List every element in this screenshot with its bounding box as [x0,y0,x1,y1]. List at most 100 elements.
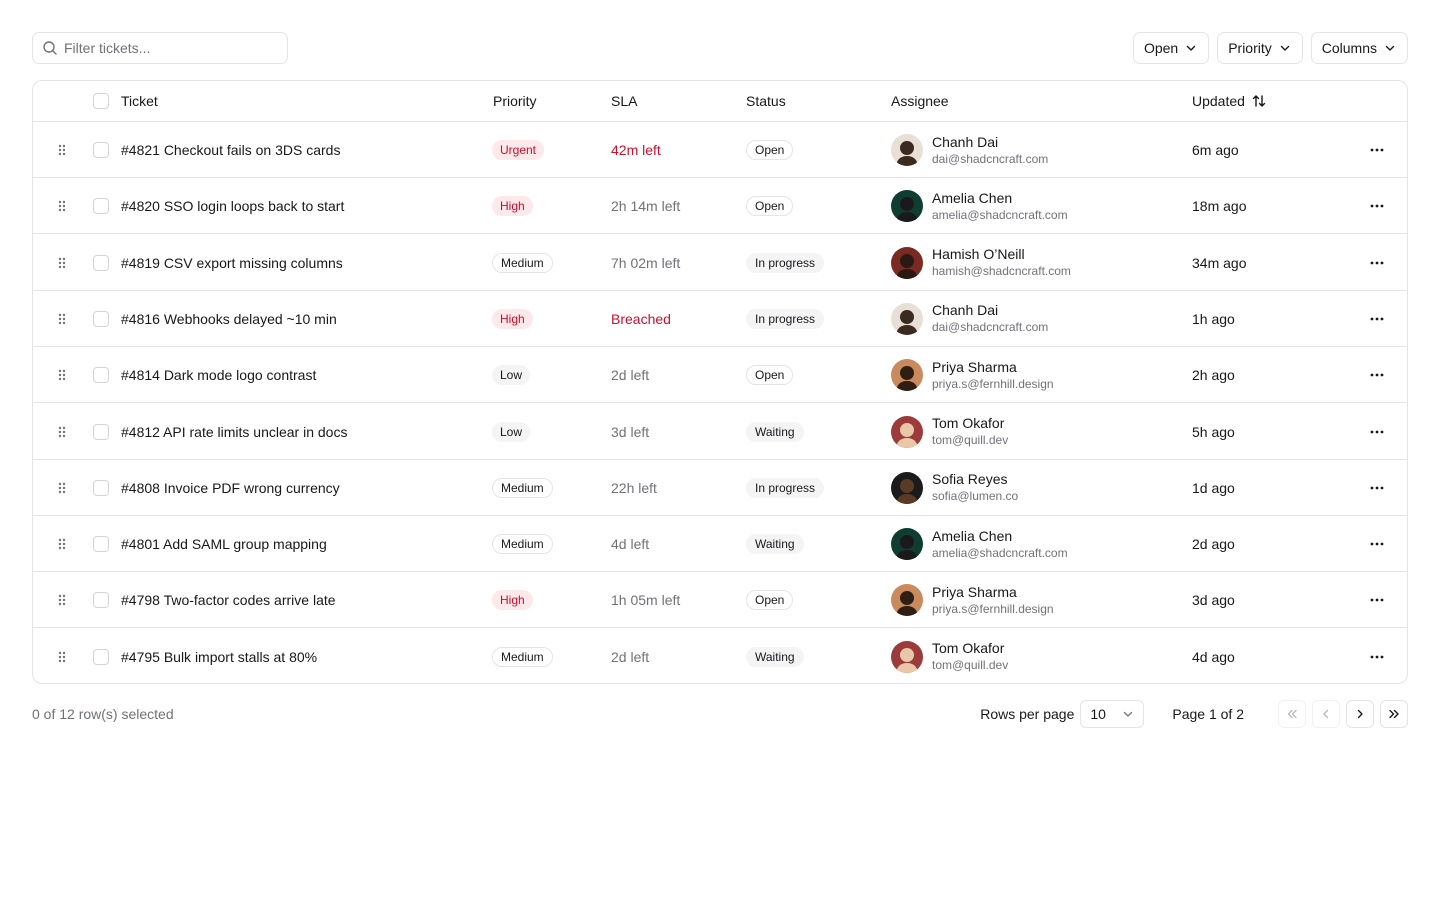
sla-value: 2h 14m left [611,198,681,215]
table-row[interactable]: #4795 Bulk import stalls at 80% Medium 2d … [33,629,1407,683]
page-info: Page 1 of 2 [1172,706,1244,722]
row-checkbox[interactable] [93,423,109,440]
row-checkbox[interactable] [93,198,109,215]
avatar [891,528,923,561]
drag-handle[interactable] [55,235,69,291]
row-checkbox[interactable] [93,310,109,327]
assignee-email: priya.s@fernhill.design [932,376,1054,391]
row-actions-button[interactable] [1369,572,1385,628]
ticket-title[interactable]: #4820 SSO login loops back to start [121,198,344,214]
select-all-checkbox[interactable] [93,93,109,109]
assignee-cell: Amelia Chen amelia@shadcncraft.com [891,178,1068,234]
priority-cell: High [492,178,533,234]
table-row[interactable]: #4819 CSV export missing columns Medium 7h… [33,235,1407,291]
sla-value: Breached [611,310,671,327]
assignee-info: Amelia Chen amelia@shadcncraft.com [932,527,1068,562]
row-checkbox[interactable] [93,536,109,553]
row-checkbox[interactable] [93,254,109,271]
filter-priority-button[interactable]: Priority [1217,32,1303,64]
columns-button[interactable]: Columns [1310,32,1408,64]
row-actions-button[interactable] [1369,122,1385,178]
search-box[interactable] [32,32,288,64]
next-page-button[interactable] [1346,700,1374,728]
chevron-down-icon [1186,45,1196,51]
ticket-title[interactable]: #4819 CSV export missing columns [121,255,343,271]
drag-handle[interactable] [55,460,69,516]
drag-handle[interactable] [55,122,69,178]
table-row[interactable]: #4820 SSO login loops back to start High 2… [33,178,1407,235]
assignee-cell: Tom Okafor tom@quill.dev [891,404,1008,460]
prev-page-icon [1323,709,1329,719]
row-checkbox[interactable] [93,648,109,665]
drag-handle[interactable] [55,629,69,683]
grip-icon [58,482,66,493]
header-sla[interactable]: SLA [611,81,637,121]
last-page-button[interactable] [1380,700,1408,728]
row-checkbox[interactable] [93,479,109,496]
row-actions-button[interactable] [1369,460,1385,516]
table-row[interactable]: #4808 Invoice PDF wrong currency Medium 22… [33,460,1407,516]
filter-open-button[interactable]: Open [1132,32,1210,64]
row-select-cell [93,516,109,572]
header-ticket[interactable]: Ticket [121,81,158,121]
avatar-image [891,246,923,279]
table-row[interactable]: #4814 Dark mode logo contrast Low 2d left O… [33,347,1407,404]
row-actions-button[interactable] [1369,404,1385,460]
assignee-cell: Chanh Dai dai@shadcncraft.com [891,122,1048,178]
table-row[interactable]: #4816 Webhooks delayed ~10 min High Breach… [33,291,1407,347]
row-actions-button[interactable] [1369,178,1385,234]
avatar [891,190,923,223]
row-actions-button[interactable] [1369,516,1385,572]
assignee-email: dai@shadcncraft.com [932,151,1049,166]
drag-handle[interactable] [55,291,69,347]
header-priority[interactable]: Priority [493,81,537,121]
drag-handle[interactable] [55,347,69,403]
ticket-title[interactable]: #4821 Checkout fails on 3DS cards [121,142,340,158]
header-updated-label: Updated [1192,93,1245,109]
ticket-title[interactable]: #4801 Add SAML group mapping [121,536,327,552]
rows-per-page-value: 10 [1090,706,1106,722]
row-checkbox[interactable] [93,142,109,158]
pagination: Rows per page 10 Page 1 of 2 [980,698,1408,730]
table-row[interactable]: #4801 Add SAML group mapping Medium 4d lef… [33,516,1407,573]
header-updated[interactable]: Updated [1192,81,1267,121]
drag-handle[interactable] [55,572,69,628]
drag-handle[interactable] [55,404,69,460]
ticket-title[interactable]: #4808 Invoice PDF wrong currency [121,480,340,496]
sla-cell: 42m left [611,122,661,178]
ticket-title[interactable]: #4812 API rate limits unclear in docs [121,424,347,440]
assignee-cell: Sofia Reyes sofia@lumen.co [891,460,1018,516]
ticket-title[interactable]: #4814 Dark mode logo contrast [121,367,316,383]
ticket-title[interactable]: #4798 Two-factor codes arrive late [121,592,336,608]
ticket-title[interactable]: #4816 Webhooks delayed ~10 min [121,311,337,327]
rows-per-page-select[interactable]: 10 [1080,700,1145,728]
drag-handle[interactable] [55,516,69,572]
row-actions-button[interactable] [1369,347,1385,403]
row-actions-button[interactable] [1369,629,1385,683]
status-badge: Waiting [746,534,804,555]
drag-handle[interactable] [55,178,69,234]
avatar-image [891,415,923,448]
table-row[interactable]: #4812 API rate limits unclear in docs Low… [33,404,1407,460]
prev-page-button[interactable] [1312,700,1340,728]
ticket-title[interactable]: #4795 Bulk import stalls at 80% [121,649,317,665]
priority-badge: Low [492,421,531,442]
updated-time: 2d ago [1192,536,1235,553]
sla-value: 42m left [611,142,661,158]
assignee-info: Priya Sharma priya.s@fernhill.design [932,358,1054,393]
grip-icon [58,651,66,662]
avatar-image [891,134,923,166]
assignee-name: Amelia Chen [932,189,1013,206]
row-checkbox[interactable] [93,592,109,609]
avatar [891,302,923,335]
table-row[interactable]: #4821 Checkout fails on 3DS cards Urgent 4… [33,122,1407,178]
row-actions-button[interactable] [1369,235,1385,291]
row-checkbox[interactable] [93,367,109,384]
search-input[interactable] [64,40,264,56]
table-row[interactable]: #4798 Two-factor codes arrive late High 1h… [33,572,1407,629]
first-page-button[interactable] [1278,700,1306,728]
header-assignee[interactable]: Assignee [891,81,949,121]
row-actions-button[interactable] [1369,291,1385,347]
priority-cell: Medium [492,629,553,683]
header-status[interactable]: Status [746,81,786,121]
